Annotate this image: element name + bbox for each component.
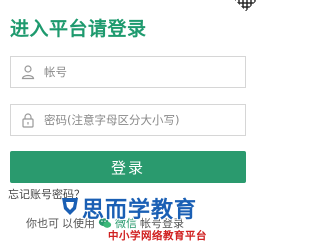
brand-subtitle: 中小学网络教育平台 — [108, 230, 207, 242]
alt-login-prefix: 你也可 — [26, 217, 59, 230]
password-input[interactable] — [44, 105, 245, 135]
lock-icon — [22, 113, 34, 128]
user-icon — [21, 65, 35, 80]
page-title: 进入平台请登录 — [10, 18, 147, 40]
account-field[interactable] — [10, 56, 246, 88]
brand-name: 思而学教育 — [82, 198, 198, 223]
password-field[interactable] — [10, 104, 246, 136]
brand-logo-icon — [62, 198, 78, 215]
login-button[interactable]: 登录 — [10, 151, 246, 183]
account-input[interactable] — [44, 57, 245, 87]
